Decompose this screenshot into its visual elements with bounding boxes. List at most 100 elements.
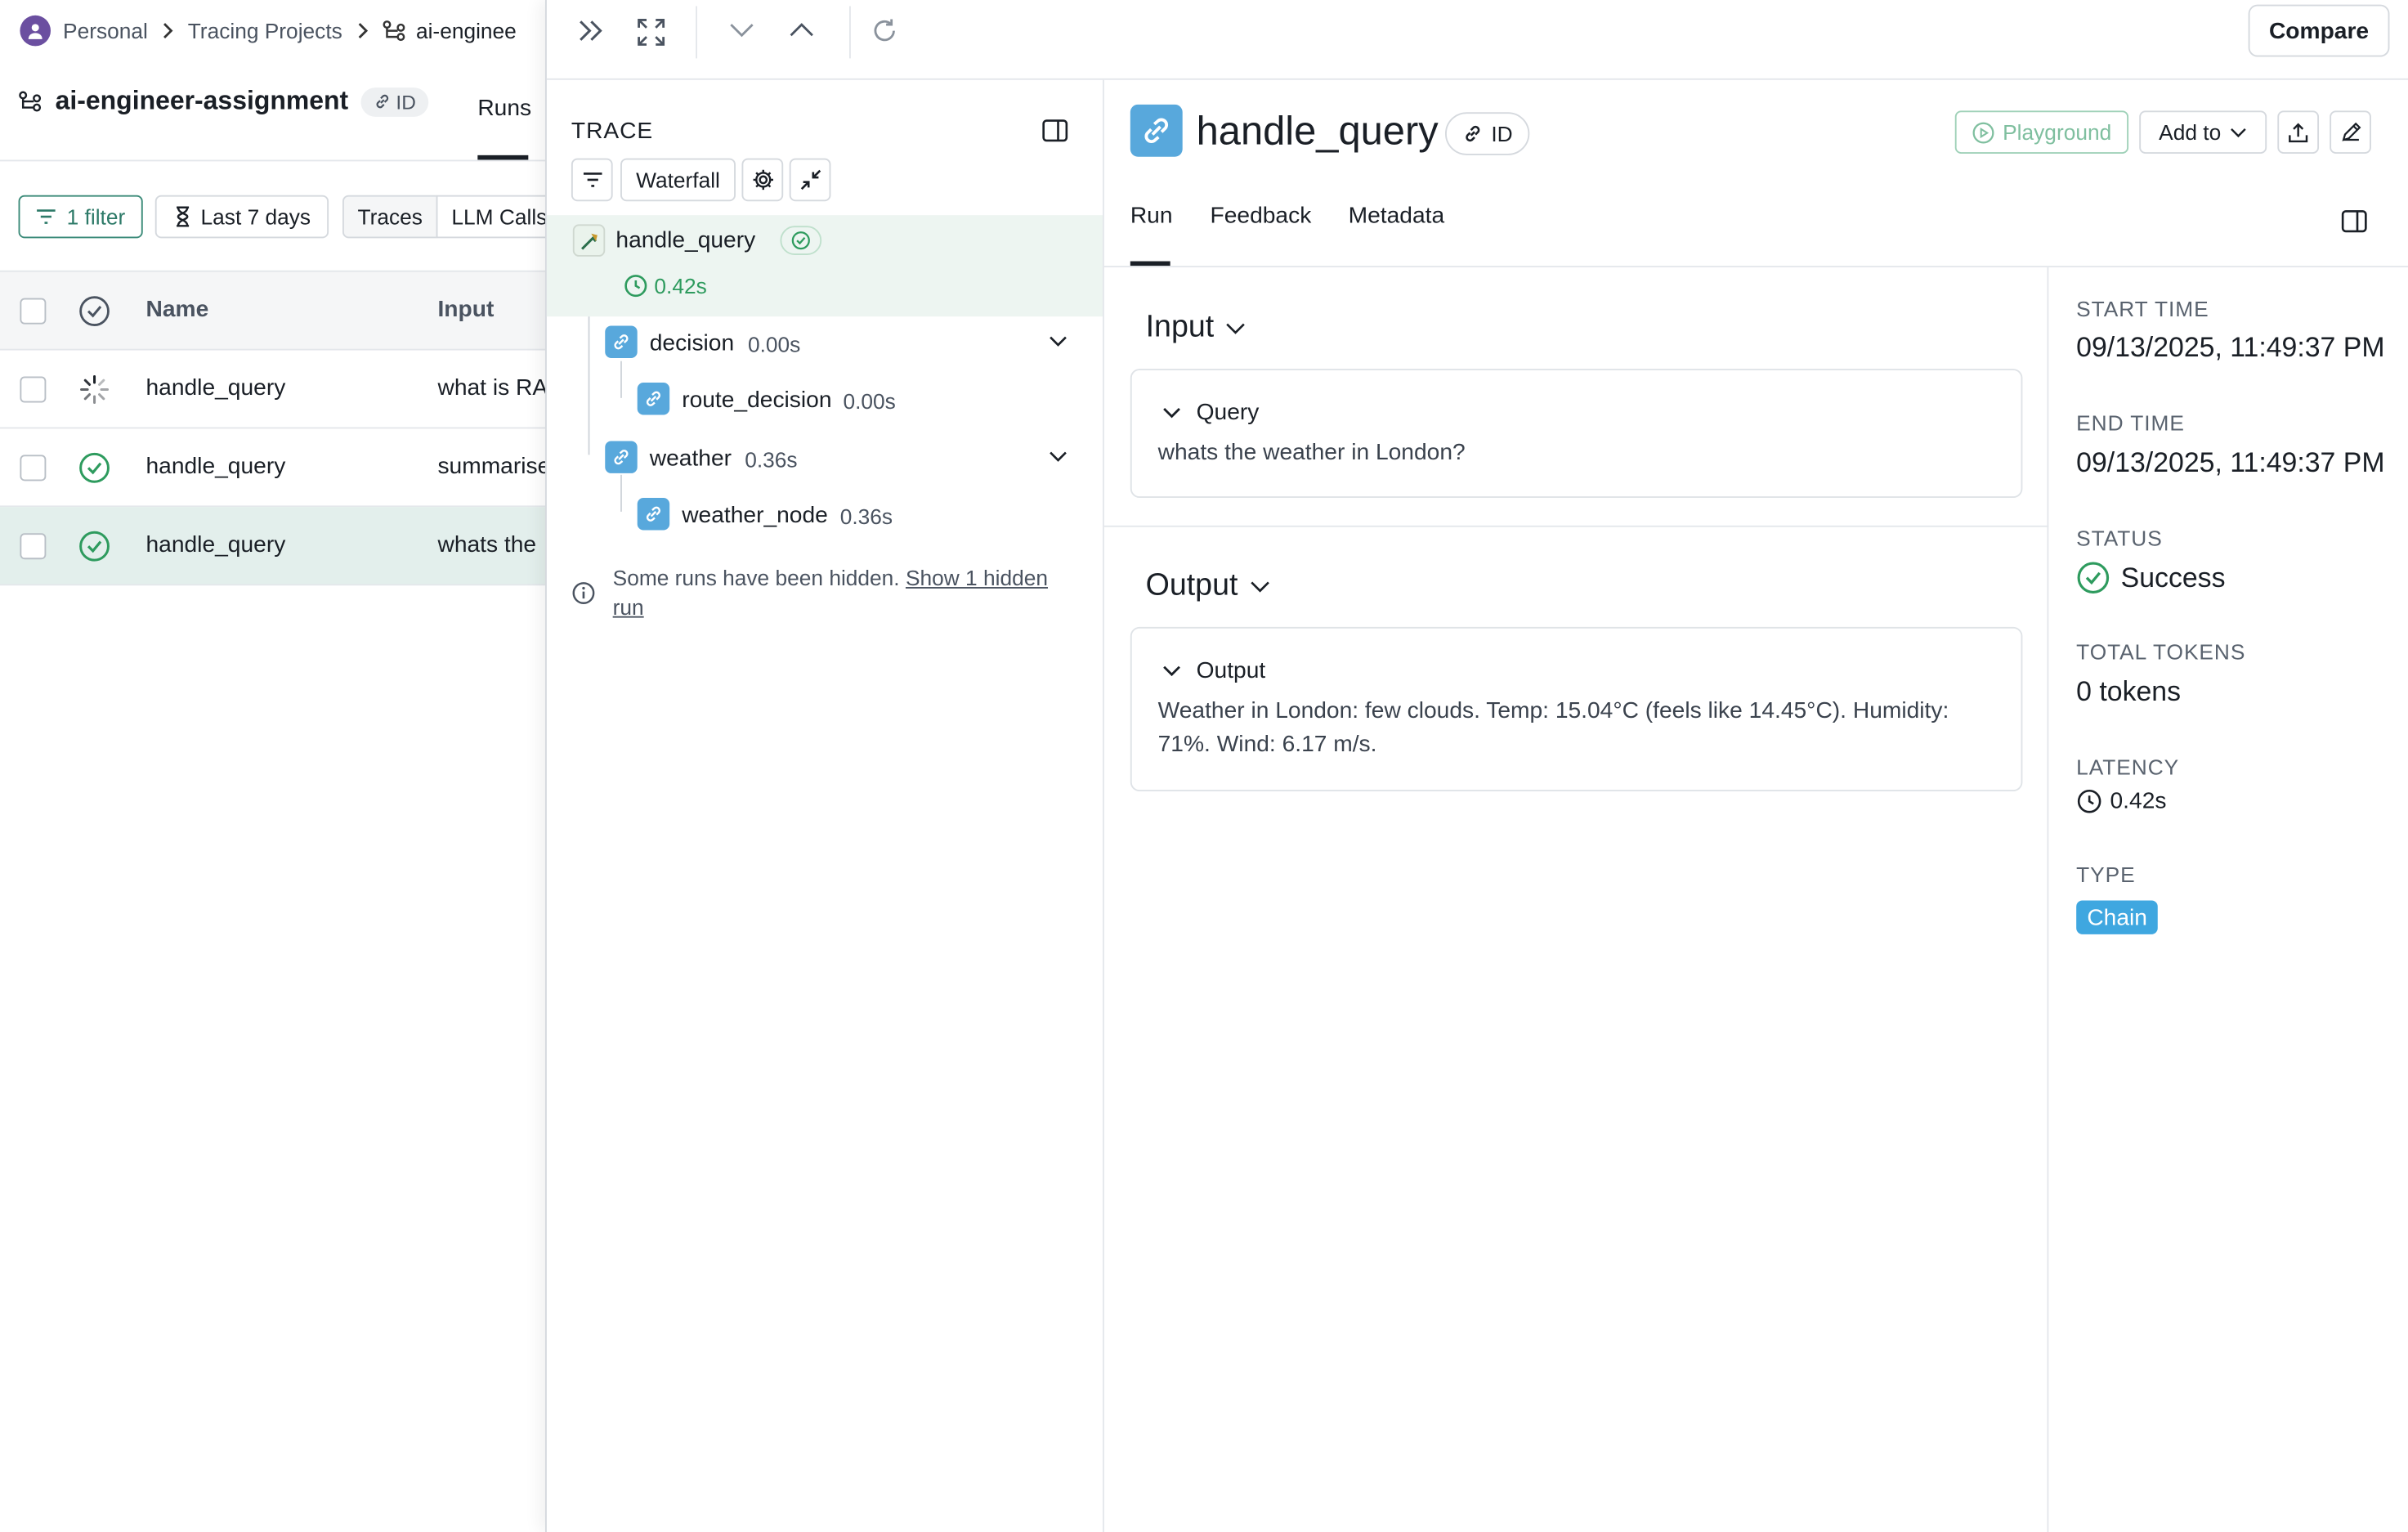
playground-button[interactable]: Playground <box>1954 110 2129 154</box>
segment-traces[interactable]: Traces <box>342 195 438 239</box>
chevron-up-icon[interactable] <box>788 20 816 38</box>
filter-icon <box>36 208 57 226</box>
chevron-right-icon <box>160 21 176 40</box>
success-icon <box>78 452 110 484</box>
trace-node-name: weather <box>649 446 732 473</box>
link-icon <box>373 92 392 111</box>
tab-metadata[interactable]: Metadata <box>1349 203 1445 229</box>
trace-node-time: 0.00s <box>843 388 896 414</box>
table-row[interactable]: handle_query summarise <box>0 428 547 508</box>
compare-button[interactable]: Compare <box>2248 4 2390 57</box>
column-header-input[interactable]: Input <box>437 297 494 323</box>
column-header-name[interactable]: Name <box>145 297 208 323</box>
hourglass-icon <box>173 206 192 227</box>
hidden-runs-text: Some runs have been hidden. <box>612 565 906 590</box>
query-value: whats the weather in London? <box>1157 439 1466 466</box>
divider <box>848 6 851 59</box>
select-all-checkbox[interactable] <box>20 298 47 325</box>
project-id-button[interactable]: ID <box>360 87 428 116</box>
date-range-label: Last 7 days <box>200 204 311 230</box>
status-header-icon <box>78 295 110 327</box>
success-badge-icon <box>780 226 822 256</box>
chain-link-icon <box>637 383 670 415</box>
run-id-button[interactable]: ID <box>1444 112 1530 155</box>
tab-feedback[interactable]: Feedback <box>1211 203 1312 229</box>
hidden-runs-note: Some runs have been hidden. Show 1 hidde… <box>613 564 1074 622</box>
query-field-toggle[interactable]: Query <box>1162 400 1259 426</box>
share-upload-icon[interactable] <box>2277 110 2320 154</box>
breadcrumb-workspace[interactable]: Personal <box>63 19 148 43</box>
type-label: TYPE <box>2076 862 2136 887</box>
chevron-down-icon[interactable] <box>1049 335 1067 347</box>
input-heading: Input <box>1145 310 1215 345</box>
add-to-label: Add to <box>2159 119 2222 145</box>
user-avatar-icon[interactable] <box>20 15 51 47</box>
success-icon <box>78 530 110 562</box>
expand-icon[interactable] <box>636 17 667 48</box>
output-section-toggle[interactable]: Output <box>1146 568 1270 603</box>
waterfall-toggle-button[interactable]: Waterfall <box>620 158 736 202</box>
breadcrumb-project[interactable]: ai-enginee <box>416 19 517 43</box>
row-input: what is RAG <box>437 374 547 401</box>
run-title: handle_query <box>1196 107 1439 154</box>
trace-node-name: route_decision <box>682 387 832 414</box>
output-label: Output <box>1196 657 1266 684</box>
table-row[interactable]: handle_query what is RAG <box>0 351 547 429</box>
output-field-toggle[interactable]: Output <box>1162 657 1265 683</box>
filter-button[interactable]: 1 filter <box>18 195 143 239</box>
divider <box>0 159 547 162</box>
row-input: summarise <box>437 453 547 480</box>
table-row-selected[interactable]: handle_query whats the <box>0 507 547 586</box>
project-tree-icon <box>19 91 43 112</box>
chain-link-icon <box>1130 104 1183 157</box>
refresh-icon[interactable] <box>871 17 898 45</box>
io-section: Input Query whats the weather in London? <box>1103 267 2049 1532</box>
latency-text: 0.42s <box>2110 788 2167 815</box>
collapse-all-icon[interactable] <box>789 158 831 202</box>
input-section-toggle[interactable]: Input <box>1146 311 1247 346</box>
row-name: handle_query <box>145 531 286 558</box>
trace-node[interactable]: weather_node 0.36s <box>547 489 1103 544</box>
trace-node[interactable]: route_decision 0.00s <box>547 374 1103 429</box>
project-title: ai-engineer-assignment <box>55 86 349 115</box>
tab-run[interactable]: Run <box>1130 203 1173 229</box>
sidebar-toggle-icon[interactable] <box>2340 209 2368 234</box>
tab-runs[interactable]: Runs <box>477 96 531 122</box>
collapse-panel-icon[interactable] <box>576 17 607 45</box>
start-time-label: START TIME <box>2076 296 2209 321</box>
divider <box>696 6 697 59</box>
row-name: handle_query <box>145 374 286 401</box>
chevron-down-icon[interactable] <box>1049 450 1067 463</box>
chevron-down-icon <box>2231 127 2248 137</box>
edit-pencil-icon[interactable] <box>2330 110 2371 154</box>
row-checkbox[interactable] <box>20 455 47 482</box>
add-to-dropdown[interactable]: Add to <box>2139 110 2267 154</box>
date-range-button[interactable]: Last 7 days <box>154 195 329 239</box>
row-checkbox[interactable] <box>20 376 47 403</box>
trace-title: TRACE <box>571 118 654 145</box>
latency-value: 0.42s <box>654 273 707 298</box>
trace-node-root[interactable]: handle_query 0.42s <box>546 215 1103 317</box>
sidebar-toggle-icon[interactable] <box>1041 119 1069 143</box>
run-id-label: ID <box>1491 121 1513 146</box>
row-checkbox[interactable] <box>20 533 47 560</box>
total-tokens-value: 0 tokens <box>2076 676 2182 707</box>
trace-node[interactable]: weather 0.36s <box>547 432 1103 487</box>
chevron-down-icon <box>1250 580 1269 593</box>
breadcrumb-section[interactable]: Tracing Projects <box>188 19 342 43</box>
chevron-down-icon[interactable] <box>728 20 756 38</box>
run-detail-panel: Compare TRACE Waterfall handle_query 0.4… <box>544 0 2408 1532</box>
chain-link-icon <box>605 325 638 358</box>
breadcrumb: Personal Tracing Projects ai-enginee <box>0 0 517 61</box>
status-text: Success <box>2120 562 2226 593</box>
trace-root-latency: 0.42s <box>624 274 707 298</box>
project-id-label: ID <box>396 89 416 114</box>
trace-node-name: handle_query <box>615 227 756 254</box>
divider <box>1103 525 2049 527</box>
trace-node[interactable]: decision 0.00s <box>547 316 1103 372</box>
filter-icon[interactable] <box>571 158 613 202</box>
status-value: Success <box>2076 561 2225 594</box>
settings-gear-icon[interactable] <box>741 158 784 202</box>
clock-icon <box>624 274 648 298</box>
info-icon <box>571 581 596 606</box>
